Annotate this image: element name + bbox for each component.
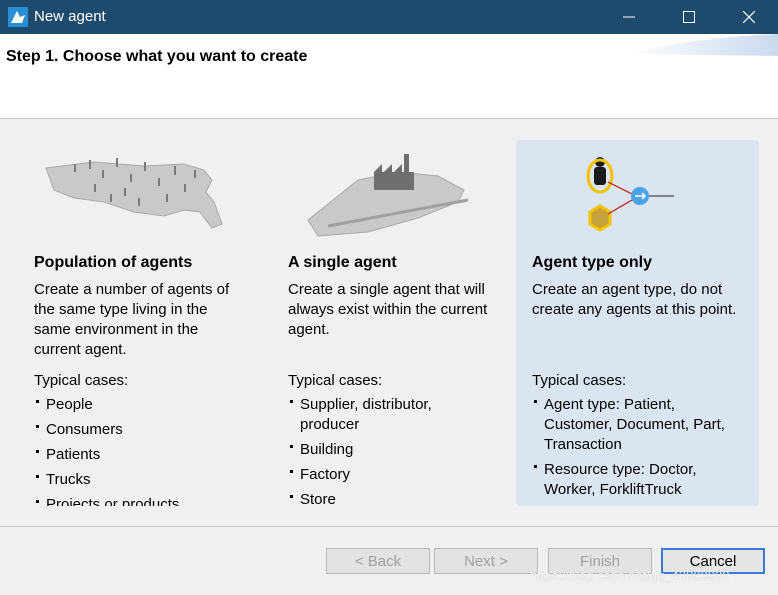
step-title: Step 1. Choose what you want to create xyxy=(6,48,308,65)
option-description: Create a single agent that will always e… xyxy=(288,281,488,338)
close-icon xyxy=(743,11,755,23)
typical-cases-list: Supplier, distributor, producer Building… xyxy=(288,395,478,506)
header-swoosh-decoration xyxy=(628,34,778,56)
option-title: Agent type only xyxy=(532,254,653,271)
minimize-icon xyxy=(623,16,635,18)
list-item: Trucks xyxy=(34,470,179,490)
option-agent-type-only[interactable]: Agent type only Create an agent type, do… xyxy=(516,140,759,506)
option-description: Create an agent type, do not create any … xyxy=(532,281,737,318)
minimize-button[interactable] xyxy=(606,0,652,34)
list-item: Store xyxy=(288,490,478,506)
option-description: Create a number of agents of the same ty… xyxy=(34,281,230,358)
typical-cases-list: Agent type: Patient, Customer, Document,… xyxy=(532,395,747,505)
maximize-button[interactable] xyxy=(666,0,712,34)
option-title: A single agent xyxy=(288,254,397,271)
typical-cases-label: Typical cases: xyxy=(34,372,129,389)
list-item: Factory xyxy=(288,465,478,485)
watermark: https://blog.csdn.net/qq_43809930 xyxy=(530,568,730,583)
agent-type-icon xyxy=(586,157,674,232)
typical-cases-label: Typical cases: xyxy=(532,372,627,389)
option-single-agent[interactable]: A single agent Create a single agent tha… xyxy=(288,140,526,506)
wizard-header: Step 1. Choose what you want to create xyxy=(0,34,778,119)
footer-divider xyxy=(0,526,778,527)
list-item: Patients xyxy=(34,445,179,465)
anylogic-logo-icon xyxy=(8,7,28,27)
list-item: Consumers xyxy=(34,420,179,440)
next-button[interactable]: Next > xyxy=(434,548,538,574)
maximize-icon xyxy=(683,11,695,23)
typical-cases-label: Typical cases: xyxy=(288,372,383,389)
list-item: Supplier, distributor, producer xyxy=(288,395,478,435)
window-title: New agent xyxy=(34,8,106,25)
option-population[interactable]: Population of agents Create a number of … xyxy=(34,140,272,506)
factory-terrain-icon xyxy=(307,154,469,237)
list-item: Building xyxy=(288,440,478,460)
title-bar: New agent xyxy=(0,0,778,34)
list-item: Agent type: Patient, Customer, Document,… xyxy=(532,395,747,455)
list-item: Projects or products xyxy=(34,495,179,506)
close-button[interactable] xyxy=(726,0,772,34)
option-title: Population of agents xyxy=(34,254,193,271)
back-button[interactable]: < Back xyxy=(326,548,430,574)
list-item: People xyxy=(34,395,179,415)
usa-map-people-icon xyxy=(45,158,223,229)
list-item: Resource type: Doctor, Worker, ForkliftT… xyxy=(532,460,747,500)
typical-cases-list: People Consumers Patients Trucks Project… xyxy=(34,395,179,506)
